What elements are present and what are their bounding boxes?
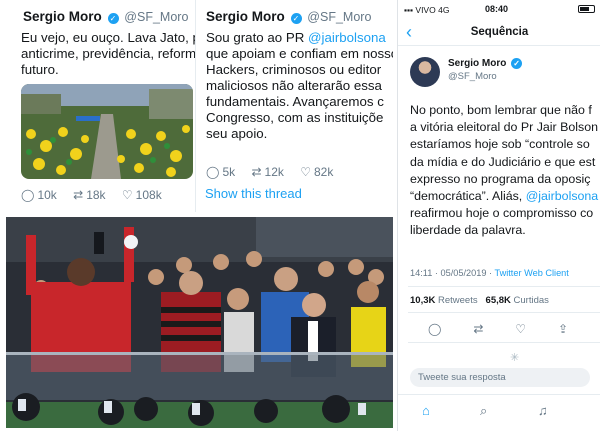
tweet-line-text: Sou grato ao PR	[206, 30, 309, 45]
tweet-line: a vitória eleitoral do Pr Jair Bolson	[410, 120, 599, 135]
reply-button[interactable]: ◯ 10k	[21, 188, 57, 202]
tab-bar: ⌂ ⌕ ♫	[398, 394, 600, 431]
loading-spinner-icon: ✳	[510, 352, 520, 364]
tweet-line: estaríamos hoje sob “controle so	[410, 137, 590, 152]
tweet-line: expresso no programa da oposiç	[410, 171, 591, 186]
tweet-meta: 14:11 · 05/05/2019 · Twitter Web Client	[410, 268, 569, 278]
tweet-line: fundamentais. Avançaremos c	[206, 94, 384, 109]
tweet-line: que apoiam e confiam em nosso	[206, 46, 393, 61]
tweet-line: da mídia e do Judiciário e que est	[410, 154, 596, 169]
likes-stat[interactable]: 65,8K Curtidas	[486, 295, 549, 306]
stadium-photo	[6, 217, 393, 428]
reply-count: 5k	[222, 165, 236, 179]
like-count: 82k	[314, 165, 334, 179]
tweet-stats: 10,3K Retweets 65,8K Curtidas	[410, 295, 549, 306]
like-button[interactable]: ♡ 82k	[300, 165, 333, 179]
verified-icon: ✓	[290, 13, 302, 24]
reply-button[interactable]: ◯ 5k	[206, 165, 235, 179]
retweet-count: 18k	[86, 188, 106, 202]
tweet-actions: ◯ ⇄ ♡ ⇪	[428, 322, 568, 336]
nav-title: Sequência	[470, 26, 529, 38]
tweet-line: Eu vejo, eu ouço. Lava Jato, pr	[21, 30, 196, 45]
retweet-button[interactable]: ⇄ 12k	[251, 165, 283, 179]
tweet-line: reafirmou hoje o compromisso co	[410, 206, 594, 221]
tweet-line: futuro.	[21, 62, 59, 77]
like-icon: ♡	[300, 165, 311, 179]
carrier-label: ▪▪▪ VIVO 4G	[404, 5, 450, 15]
tweet-actions: ◯ 10k ⇄ 18k ♡ 108k	[21, 188, 175, 202]
carrier-name: VIVO	[415, 5, 436, 15]
tweet-source[interactable]: Twitter Web Client	[494, 268, 568, 278]
reply-input[interactable]: Tweete sua resposta	[410, 368, 590, 387]
avatar[interactable]	[410, 57, 440, 87]
reply-icon: ◯	[21, 188, 35, 202]
stadium-image	[6, 217, 393, 428]
status-time: 08:40	[485, 4, 509, 14]
retweets-count: 10,3K	[410, 295, 436, 306]
retweet-button[interactable]: ⇄ 18k	[73, 188, 105, 202]
mention-link[interactable]: @jairbolsona	[308, 30, 386, 45]
tweet-text: No ponto, bom lembrar que não f a vitóri…	[410, 102, 600, 240]
tweet-line: Congresso, com as instituiçõe	[206, 110, 384, 125]
author-name[interactable]: Sergio Moro	[23, 9, 102, 24]
author-handle[interactable]: @SF_Moro	[448, 71, 497, 82]
tweet-line: seu apoio.	[206, 126, 268, 141]
divider	[408, 286, 600, 287]
tweet-card-2: Sergio Moro ✓ @SF_Moro Sou grato ao PR @…	[198, 0, 393, 212]
tweet-line: “democrática”. Aliás, @jairbolsona	[410, 188, 600, 205]
author-name[interactable]: Sergio Moro ✓	[448, 58, 524, 69]
search-icon[interactable]: ⌕	[480, 403, 487, 419]
retweet-count: 12k	[264, 165, 284, 179]
status-bar: ▪▪▪ VIVO 4G 08:40	[398, 0, 600, 20]
verified-icon: ✓	[511, 58, 523, 69]
like-count: 108k	[135, 188, 162, 202]
crowd-photo[interactable]	[21, 84, 193, 179]
tweet-header: Sergio Moro ✓ @SF_Moro	[23, 9, 188, 24]
reply-icon[interactable]: ◯	[428, 322, 441, 336]
retweet-icon: ⇄	[73, 188, 84, 202]
battery-icon	[578, 4, 595, 14]
tweet-header: Sergio Moro ✓ @SF_Moro	[206, 9, 371, 24]
retweet-icon[interactable]: ⇄	[473, 322, 483, 336]
tweet-text: Sou grato ao PR @jairbolsona que apoiam …	[206, 30, 393, 142]
author-name[interactable]: Sergio Moro	[206, 9, 285, 24]
likes-label: Curtidas	[513, 295, 549, 306]
show-thread-link[interactable]: Show this thread	[205, 186, 302, 201]
tweet-timestamp: 14:11 · 05/05/2019 ·	[410, 268, 495, 278]
tweet-text: Eu vejo, eu ouço. Lava Jato, pr anticrim…	[21, 30, 196, 78]
tweet-line: Hackers, criminosos ou editor	[206, 62, 382, 77]
retweets-stat[interactable]: 10,3K Retweets	[410, 295, 478, 306]
divider	[408, 312, 600, 313]
share-icon[interactable]: ⇪	[558, 322, 568, 336]
tweet-actions: ◯ 5k ⇄ 12k ♡ 82k	[206, 165, 346, 179]
verified-icon: ✓	[107, 13, 119, 24]
author-handle[interactable]: @SF_Moro	[124, 10, 188, 24]
author-name-text: Sergio Moro	[448, 58, 507, 69]
notifications-icon[interactable]: ♫	[538, 403, 548, 418]
tweet-line: Sou grato ao PR @jairbolsona	[206, 30, 393, 46]
tweet-line-text: “democrática”. Aliás,	[410, 189, 526, 204]
divider	[408, 342, 600, 343]
crowd-image	[21, 84, 193, 179]
reply-icon: ◯	[206, 165, 220, 179]
home-icon[interactable]: ⌂	[422, 403, 430, 418]
tweet-line: No ponto, bom lembrar que não f	[410, 103, 592, 117]
retweet-icon: ⇄	[251, 165, 262, 179]
author-handle[interactable]: @SF_Moro	[307, 10, 371, 24]
tweet-line: liberdade da palavra.	[410, 223, 526, 238]
likes-count: 65,8K	[485, 295, 511, 306]
like-icon[interactable]: ♡	[515, 322, 526, 336]
tweet-card-1: Sergio Moro ✓ @SF_Moro Eu vejo, eu ouço.…	[9, 0, 196, 212]
retweets-label: Retweets	[438, 295, 478, 306]
like-icon: ♡	[121, 188, 133, 202]
like-button[interactable]: ♡ 108k	[122, 188, 162, 202]
mention-link[interactable]: @jairbolsona	[526, 189, 599, 203]
tweet-line: anticrime, previdência, reforma	[21, 46, 196, 61]
reply-count: 10k	[37, 188, 57, 202]
nav-bar: ‹ Sequência	[398, 22, 600, 46]
tweet-line: maliciosos não alterarão essa	[206, 78, 382, 93]
network-type: 4G	[438, 5, 450, 15]
phone-screen: ▪▪▪ VIVO 4G 08:40 ‹ Sequência Sergio Mor…	[397, 0, 600, 431]
